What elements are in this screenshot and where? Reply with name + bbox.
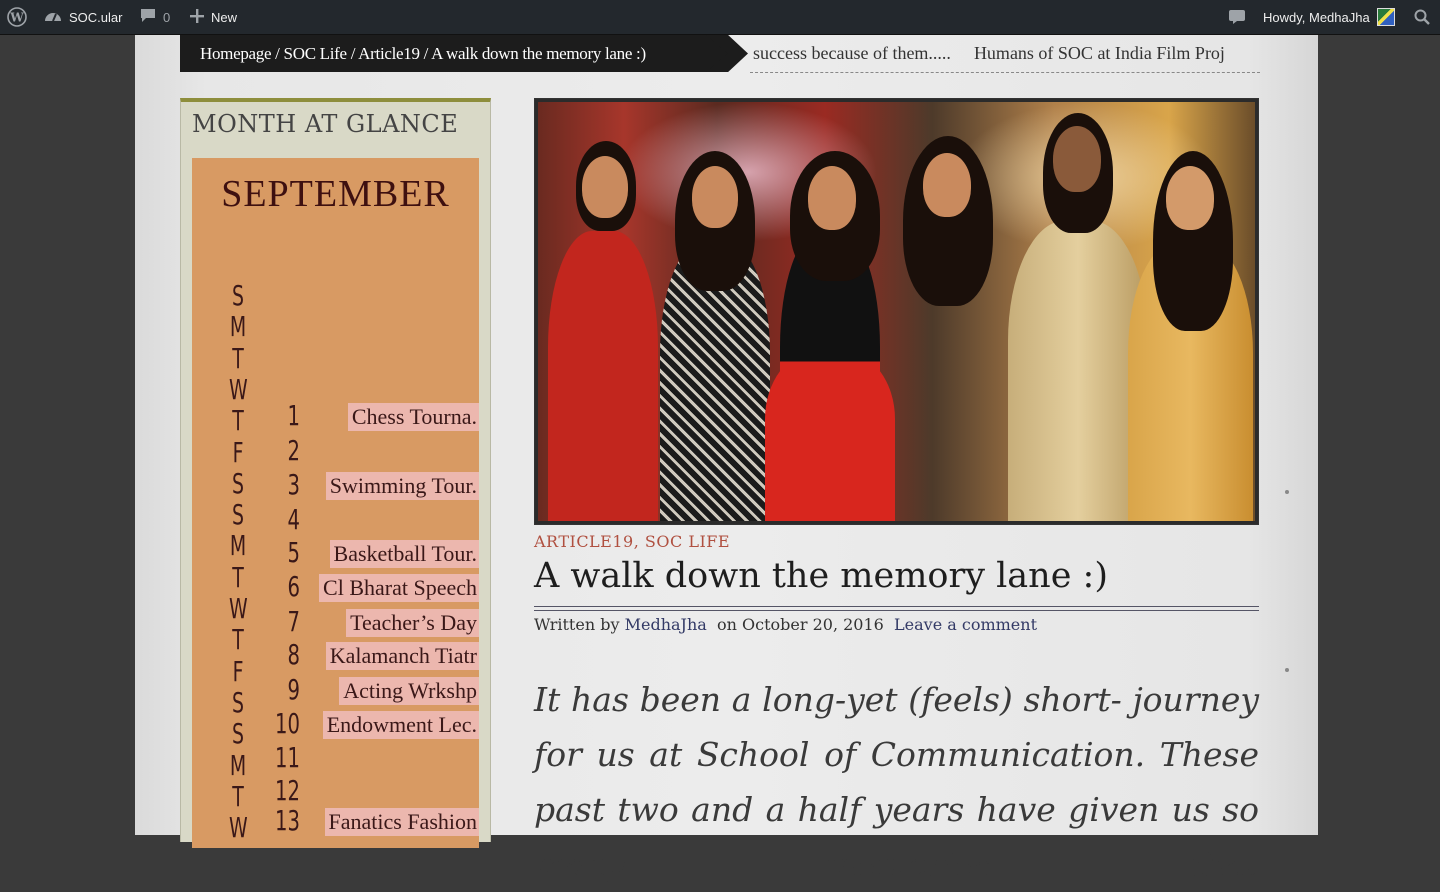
calendar-date: 9: [287, 673, 300, 706]
calendar-day-letter: T: [232, 623, 244, 657]
ticker-item[interactable]: Humans of SOC at India Film Proj: [974, 43, 1225, 64]
calendar-month: SEPTEMBER: [221, 173, 450, 215]
widget-title: MONTH AT GLANCE: [192, 110, 459, 138]
calendar-day-letter: T: [232, 404, 244, 438]
notification-icon[interactable]: [1228, 0, 1246, 34]
paper-speck: [1285, 668, 1289, 672]
howdy-label: Howdy, MedhaJha: [1263, 9, 1370, 25]
calendar-event[interactable]: Endowment Lec.: [322, 711, 479, 739]
calendar-day-letter: S: [232, 717, 244, 751]
photo-person: [878, 111, 1008, 521]
group-photo: [538, 102, 1255, 521]
calendar-date: 10: [275, 707, 300, 740]
calendar-date: 12: [275, 774, 300, 807]
calendar: SEPTEMBER S M T W T F S S M T W T F S S M T W 1 Chess Tourn…: [192, 158, 479, 848]
wordpress-icon[interactable]: W: [7, 0, 29, 34]
my-account-menu[interactable]: Howdy, MedhaJha: [1263, 0, 1395, 34]
new-content-link[interactable]: New: [190, 0, 237, 34]
new-label: New: [211, 9, 238, 25]
calendar-event[interactable]: Fanatics Fashion: [324, 808, 479, 836]
category-link-soc-life[interactable]: SOC LIFE: [645, 532, 730, 551]
news-ticker: success because of them..... Humans of S…: [750, 35, 1260, 73]
search-icon[interactable]: [1414, 0, 1430, 34]
category-separator: ,: [633, 532, 640, 551]
ticker-item[interactable]: success because of them.....: [753, 43, 951, 64]
calendar-event[interactable]: Kalamanch Tiatr: [325, 642, 479, 670]
photo-person: [1128, 121, 1255, 521]
calendar-event[interactable]: Teacher’s Day: [346, 609, 479, 637]
calendar-day-letter: S: [232, 279, 244, 312]
title-divider: [534, 606, 1259, 611]
breadcrumb[interactable]: Homepage / SOC Life / Article19 / A walk…: [180, 35, 728, 72]
calendar-date: 6: [287, 570, 300, 603]
calendar-date: 1: [287, 399, 300, 432]
calendar-day-letter: F: [232, 654, 244, 688]
calendar-date: 4: [287, 503, 300, 536]
calendar-date: 11: [275, 741, 300, 774]
comment-count: 0: [163, 9, 171, 25]
calendar-date: 7: [287, 605, 300, 638]
plus-icon: [190, 8, 204, 26]
photo-person: [548, 111, 658, 521]
post-meta: Written by MedhaJha on October 20, 2016 …: [534, 615, 1037, 634]
author-link[interactable]: MedhaJha: [625, 615, 707, 634]
date-prefix: on: [716, 615, 737, 634]
admin-bar: W SOC.ular 0 New Howdy, MedhaJha: [0, 0, 1440, 35]
svg-text:W: W: [9, 11, 24, 25]
calendar-day-letter: W: [229, 811, 248, 845]
calendar-day-letter: S: [232, 498, 244, 532]
calendar-day-letter: M: [229, 529, 247, 563]
site-name-label: SOC.ular: [69, 9, 123, 25]
calendar-day-letter: M: [229, 310, 247, 344]
avatar: [1376, 8, 1395, 26]
calendar-day-letter: F: [232, 435, 244, 469]
calendar-day-letter: S: [232, 685, 244, 719]
comments-link[interactable]: 0: [140, 0, 170, 34]
calendar-date: 3: [287, 468, 300, 501]
calendar-day-letter: T: [232, 341, 244, 375]
calendar-event[interactable]: Swimming Tour.: [325, 472, 479, 500]
calendar-day-letter: T: [232, 779, 244, 813]
calendar-event[interactable]: Acting Wrkshp: [339, 677, 479, 705]
month-at-glance-widget: MONTH AT GLANCE SEPTEMBER SMTWTFSSMTWTFS…: [180, 98, 491, 848]
post-excerpt: It has been a long-yet (feels) short- jo…: [534, 680, 1259, 884]
category-link-article19[interactable]: ARTICLE19: [534, 532, 634, 551]
calendar-day-letter: T: [232, 560, 244, 594]
calendar-event[interactable]: Chess Tourna.: [347, 403, 479, 431]
featured-image[interactable]: [534, 98, 1259, 525]
calendar-event[interactable]: Cl Bharat Speech: [319, 574, 479, 602]
written-by-label: Written by: [534, 615, 620, 634]
post-title[interactable]: A walk down the memory lane :): [534, 556, 1108, 596]
calendar-date: 2: [287, 434, 300, 467]
dashboard-icon: [44, 9, 62, 26]
calendar-day-letter: S: [232, 466, 244, 500]
calendar-day-letter: M: [229, 748, 247, 782]
paper-speck: [1285, 490, 1289, 494]
site-name-link[interactable]: SOC.ular: [44, 0, 122, 34]
photo-person: [1008, 102, 1148, 521]
calendar-day-letter: W: [229, 592, 248, 625]
post-categories: ARTICLE19, SOC LIFE: [534, 532, 730, 551]
calendar-date: 13: [275, 804, 300, 837]
comment-icon: [140, 8, 156, 26]
post-date: October 20, 2016: [742, 615, 884, 634]
calendar-date: 8: [287, 638, 300, 671]
calendar-day-letter: W: [229, 372, 248, 406]
leave-comment-link[interactable]: Leave a comment: [894, 615, 1037, 634]
calendar-date: 5: [287, 536, 300, 569]
calendar-event[interactable]: Basketball Tour.: [329, 540, 479, 568]
